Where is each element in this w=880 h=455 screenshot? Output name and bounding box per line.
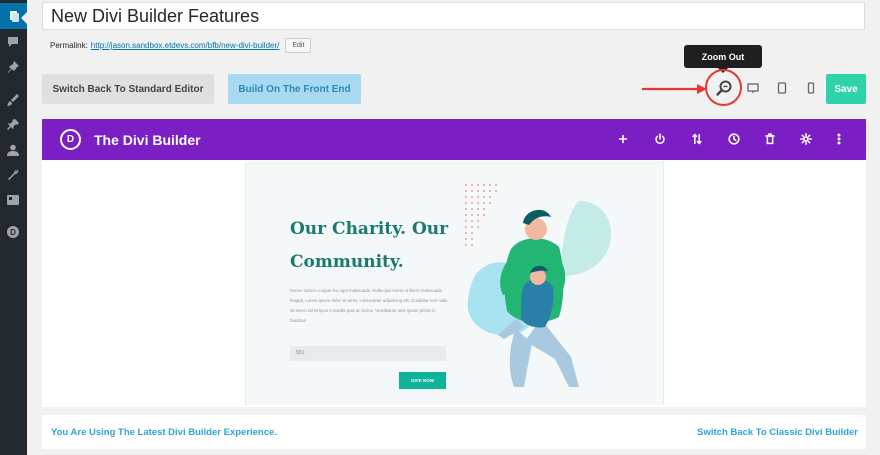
wp-admin-sidebar: D (0, 0, 27, 455)
donation-amount-input[interactable]: $50 (290, 346, 446, 361)
power-icon[interactable] (652, 131, 668, 147)
sort-icon[interactable] (689, 131, 705, 147)
comments-icon[interactable] (6, 35, 20, 49)
front-end-button[interactable]: Build On The Front End (228, 74, 361, 104)
annotation-arrow-icon (642, 84, 707, 94)
builder-notice-bar: You Are Using The Latest Divi Builder Ex… (42, 415, 866, 449)
divi-logo: D (60, 129, 81, 150)
svg-text:D: D (10, 228, 16, 237)
charity-illustration (464, 183, 612, 387)
page-preview[interactable]: Our Charity. Our Community. Donec rutrum… (245, 161, 664, 405)
divi-icon[interactable]: D (6, 225, 20, 239)
history-icon[interactable] (726, 131, 742, 147)
give-now-button[interactable]: GIVE NOW (399, 372, 446, 389)
phone-view-icon[interactable] (805, 82, 817, 94)
pin-icon[interactable] (6, 60, 20, 74)
plugins-icon[interactable] (6, 118, 20, 132)
active-pointer (21, 12, 27, 24)
zoom-out-tooltip: Zoom Out (684, 45, 762, 73)
permalink-label: Permalink: (50, 41, 88, 50)
standard-editor-button[interactable]: Switch Back To Standard Editor (42, 74, 214, 104)
builder-header: D The Divi Builder (42, 119, 866, 160)
magnifier-icon (715, 80, 731, 96)
tools-icon[interactable] (6, 168, 20, 182)
permalink-row: Permalink: http://jason.sandbox.etdevs.c… (50, 38, 312, 53)
hero-body-text: Donec rutrum congue leo eget malesuada. … (290, 288, 448, 323)
settings-icon[interactable] (6, 193, 20, 207)
classic-builder-link[interactable]: Switch Back To Classic Divi Builder (697, 427, 858, 438)
users-icon[interactable] (6, 143, 20, 157)
divi-builder-panel: D The Divi Builder Our Charity. Our Comm… (42, 119, 866, 407)
appearance-icon[interactable] (6, 93, 20, 107)
desktop-view-icon[interactable] (747, 82, 759, 94)
post-title-input[interactable]: New Divi Builder Features (42, 2, 865, 30)
save-button[interactable]: Save (826, 74, 866, 104)
hero-headline: Our Charity. Our Community. (290, 219, 449, 272)
trash-icon[interactable] (762, 131, 778, 147)
plus-icon[interactable] (615, 131, 631, 147)
permalink-link[interactable]: http://jason.sandbox.etdevs.com/bfb/new-… (91, 41, 280, 50)
gear-icon[interactable] (798, 131, 814, 147)
permalink-base: http://jason.sandbox.etdevs.com/bfb/ (90, 41, 222, 50)
latest-experience-text: You Are Using The Latest Divi Builder Ex… (51, 426, 277, 438)
permalink-slug: new-divi-builder (221, 41, 278, 50)
builder-title: The Divi Builder (94, 131, 201, 148)
tablet-view-icon[interactable] (776, 82, 788, 94)
more-icon[interactable] (831, 131, 847, 147)
permalink-suffix: / (277, 41, 280, 50)
edit-permalink-button[interactable]: Edit (285, 38, 312, 53)
zoom-out-button[interactable] (705, 69, 742, 106)
